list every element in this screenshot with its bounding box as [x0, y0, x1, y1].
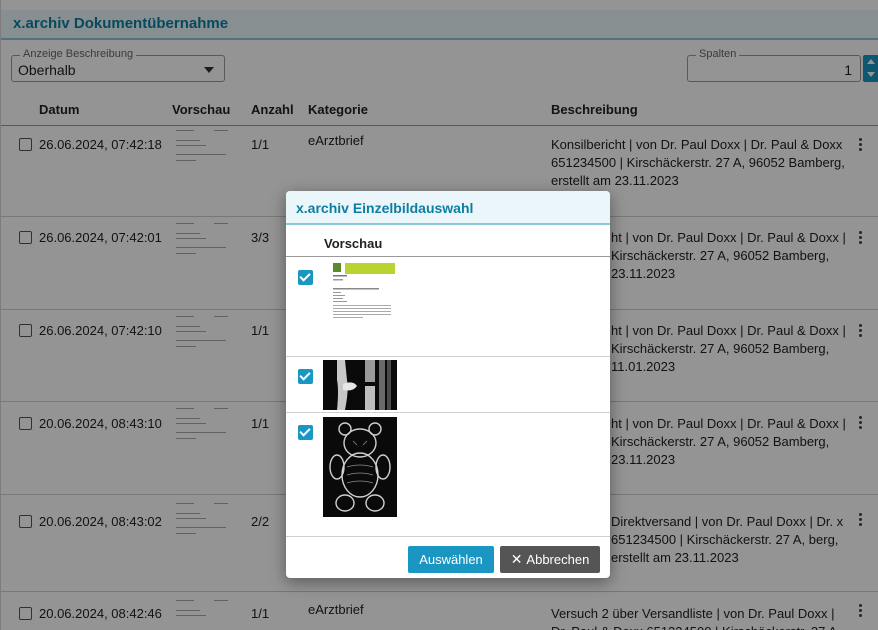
dialog-image-row[interactable] — [286, 357, 610, 413]
dialog-table-header: Vorschau — [286, 227, 610, 257]
xray-knee-preview-image[interactable] — [323, 360, 397, 410]
abbrechen-button[interactable]: ✕ Abbrechen — [500, 546, 600, 573]
dialog-titlebar: x.archiv Einzelbildauswahl — [286, 191, 610, 225]
dialog-footer: Auswählen ✕ Abbrechen — [286, 536, 610, 578]
image-checkbox-checked[interactable] — [298, 425, 313, 440]
close-icon: ✕ — [510, 551, 523, 567]
dialog-title: x.archiv Einzelbildauswahl — [296, 200, 474, 216]
xray-teddy-preview-image[interactable] — [323, 417, 397, 517]
image-checkbox-checked[interactable] — [298, 270, 313, 285]
abbrechen-label: Abbrechen — [526, 552, 590, 567]
auswaehlen-button[interactable]: Auswählen — [408, 546, 494, 573]
column-header-vorschau: Vorschau — [324, 236, 383, 251]
dialog-image-row[interactable] — [286, 413, 610, 522]
dialog-image-row[interactable] — [286, 258, 610, 357]
document-preview-image[interactable] — [323, 261, 397, 325]
image-checkbox-checked[interactable] — [298, 369, 313, 384]
einzelbildauswahl-dialog: x.archiv Einzelbildauswahl Vorschau Ausw… — [286, 191, 610, 578]
